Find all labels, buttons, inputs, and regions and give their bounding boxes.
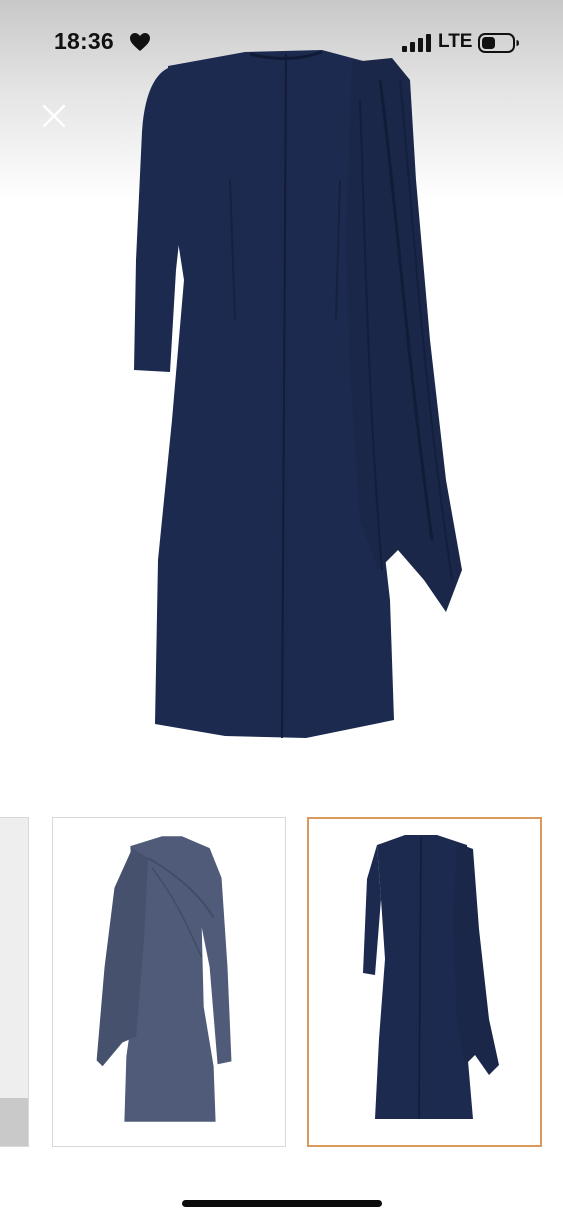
thumbnail-strip (0, 817, 563, 1151)
thumbnail-back-image (363, 835, 499, 1120)
thumbnail-back-view[interactable] (307, 817, 542, 1147)
main-product-image (134, 50, 462, 739)
thumbnail-partial[interactable] (0, 817, 29, 1147)
image-viewer-screen: 18:36 LTE (0, 0, 563, 1219)
home-indicator[interactable] (182, 1200, 382, 1207)
thumbnail-front-view[interactable] (52, 817, 286, 1147)
thumbnail-front-image (96, 836, 232, 1122)
